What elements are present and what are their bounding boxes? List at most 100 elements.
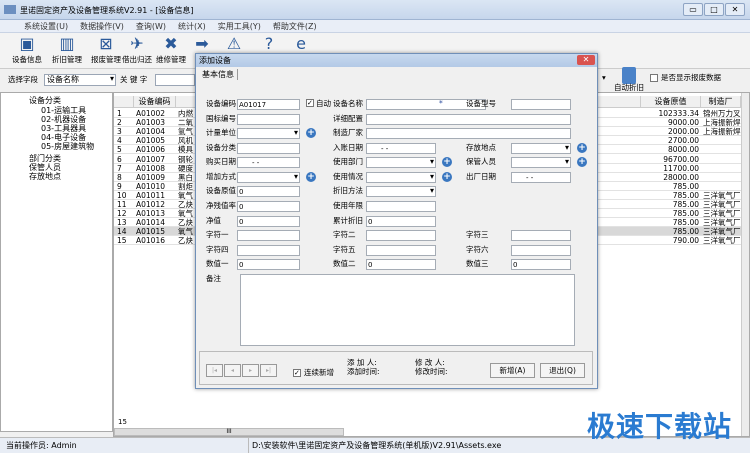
cell-maker: 三洋氧气厂 <box>703 218 741 228</box>
maker-input[interactable] <box>366 128 571 139</box>
n1-input[interactable]: 0 <box>237 259 300 270</box>
category-input[interactable] <box>237 143 300 154</box>
monitor-icon: ▣ <box>19 34 35 53</box>
cell-code: A01013 <box>136 209 165 219</box>
minimize-button[interactable]: ▭ <box>683 3 703 16</box>
close-button[interactable]: ✕ <box>725 3 745 16</box>
model-label: 设备型号 <box>466 99 496 108</box>
cell-value: 785.00 <box>672 227 699 237</box>
cell-n: 8 <box>117 172 122 182</box>
toolbar-button[interactable]: ✈ 借出归还 <box>118 34 156 67</box>
modifier-label: 修 改 人: <box>415 358 445 367</box>
column-header-value[interactable]: 设备原值 <box>641 96 701 108</box>
vertical-scrollbar[interactable] <box>741 93 749 436</box>
config-input[interactable] <box>366 114 571 125</box>
cell-value: 102333.34 <box>658 109 699 118</box>
depr_method-input[interactable] <box>366 186 436 197</box>
cell-value: 790.00 <box>672 236 699 246</box>
remark-textarea[interactable] <box>240 274 575 346</box>
unit-input[interactable] <box>237 128 300 139</box>
factory_date-label: 出厂日期 <box>466 172 496 181</box>
nav-button[interactable]: ◂ <box>224 364 241 377</box>
nav-button[interactable]: |◂ <box>206 364 223 377</box>
gb-input[interactable] <box>237 114 300 125</box>
years-input[interactable] <box>366 201 436 212</box>
tree-node[interactable]: 存放地点 <box>29 171 61 182</box>
warning-icon: ⚠ <box>226 34 242 53</box>
model-input[interactable] <box>511 99 571 110</box>
category-label: 设备分类 <box>206 143 236 152</box>
nav-button[interactable]: ▸ <box>242 364 259 377</box>
toolbar-button[interactable]: ▣ 设备信息 <box>8 34 46 67</box>
add-icon[interactable]: + <box>442 157 452 167</box>
n3-input[interactable]: 0 <box>511 259 571 270</box>
menu-item[interactable]: 查询(W) <box>136 20 166 33</box>
keeper-input[interactable] <box>511 157 571 168</box>
toolbar-button[interactable]: ▥ 折旧管理 <box>48 34 86 67</box>
orig_value-input[interactable]: 0 <box>237 186 300 197</box>
usage-input[interactable] <box>366 172 436 183</box>
menu-item[interactable]: 实用工具(Y) <box>218 20 261 33</box>
show-scrap-checkbox[interactable] <box>650 74 658 82</box>
exit-button[interactable]: 退出(Q) <box>540 363 585 378</box>
cell-n: 13 <box>117 218 127 228</box>
required-mark: * <box>439 99 443 108</box>
factory_date-input[interactable]: - - <box>511 172 571 183</box>
s2-input[interactable] <box>366 230 436 241</box>
dept-input[interactable] <box>366 157 436 168</box>
field-label: 选择字段 <box>8 75 38 84</box>
watermark: 极速下载站 <box>586 410 732 443</box>
menu-item[interactable]: 统计(X) <box>178 20 206 33</box>
title-bar: 里诺固定资产及设备管理系统V2.91 - [设备信息] ▭ □ ✕ <box>0 0 750 20</box>
cell-value: 785.00 <box>672 190 699 200</box>
cell-maker: 三洋氧气厂 <box>703 200 741 209</box>
field-select[interactable]: 设备名称 <box>44 74 116 86</box>
add-icon[interactable]: + <box>306 128 316 138</box>
tab-basic-info[interactable]: 基本信息 <box>199 69 238 80</box>
n1-label: 数值一 <box>206 259 229 268</box>
s5-input[interactable] <box>366 245 436 256</box>
net-input[interactable]: 0 <box>237 216 300 227</box>
cell-value: 8000.00 <box>667 145 699 155</box>
n3-label: 数值三 <box>466 259 489 268</box>
keeper-label: 保管人员 <box>466 157 496 166</box>
menu-item[interactable]: 系统设置(U) <box>24 20 68 33</box>
s3-input[interactable] <box>511 230 571 241</box>
column-header-code[interactable]: 设备编码 <box>134 96 176 108</box>
new-button[interactable]: 新增(A) <box>490 363 535 378</box>
n2-input[interactable]: 0 <box>366 259 436 270</box>
acc_depr-input[interactable]: 0 <box>366 216 436 227</box>
horizontal-scrollbar[interactable]: III <box>114 428 344 436</box>
auto-checkbox[interactable]: ✓ <box>306 99 314 107</box>
menu-item[interactable]: 数据操作(V) <box>80 20 124 33</box>
add-icon[interactable]: + <box>577 157 587 167</box>
entry_date-input[interactable]: - - <box>366 143 436 154</box>
s3-label: 字符三 <box>466 230 489 239</box>
cell-value: 785.00 <box>672 200 699 209</box>
add_method-input[interactable] <box>237 172 300 183</box>
code-input[interactable]: A01017 <box>237 99 300 110</box>
residual-input[interactable]: 0 <box>237 201 300 212</box>
cell-n: 3 <box>117 127 122 137</box>
maximize-button[interactable]: □ <box>704 3 724 16</box>
buy_date-input[interactable]: - - <box>237 157 300 168</box>
path-status: D:\安装软件\里诺固定资产及设备管理系统(单机版)V2.91\Assets.e… <box>248 438 501 453</box>
s1-input[interactable] <box>237 230 300 241</box>
continue-add-checkbox[interactable]: ✓ <box>293 369 301 377</box>
show-scrap-label: 是否显示报废数据 <box>661 73 721 82</box>
add-icon[interactable]: + <box>577 143 587 153</box>
location-input[interactable] <box>511 143 571 154</box>
dialog-close-button[interactable]: ✕ <box>577 55 595 65</box>
keyword-input[interactable] <box>155 74 195 86</box>
nav-button[interactable]: ▸| <box>260 364 277 377</box>
s6-input[interactable] <box>511 245 571 256</box>
dropdown-arrow-icon[interactable]: ▾ <box>602 72 606 84</box>
column-header-maker[interactable]: 制造厂 <box>701 96 741 108</box>
menu-item[interactable]: 帮助文件(Z) <box>273 20 317 33</box>
cell-maker: 三洋氧气厂 <box>703 236 741 246</box>
add-icon[interactable]: + <box>442 172 452 182</box>
s4-input[interactable] <box>237 245 300 256</box>
add-icon[interactable]: + <box>306 172 316 182</box>
tree-item[interactable]: 05-房屋建筑物 <box>41 141 94 152</box>
cell-value: 785.00 <box>672 181 699 191</box>
